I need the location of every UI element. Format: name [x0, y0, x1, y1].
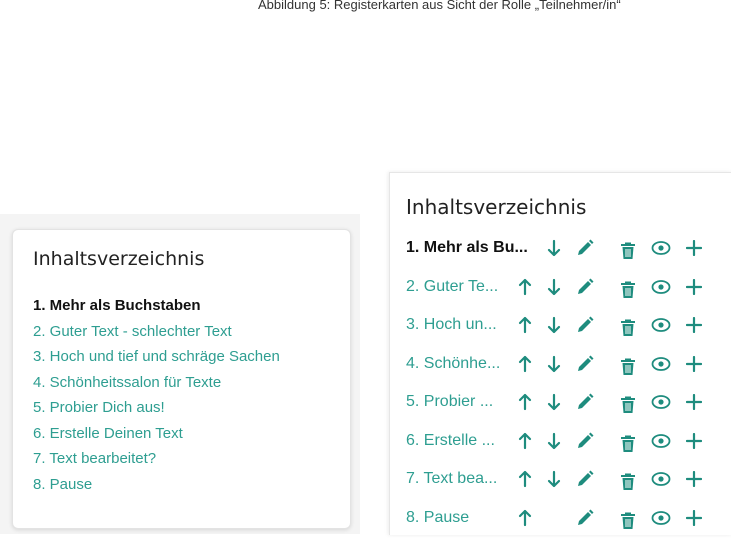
arrow-down-icon[interactable]: [543, 467, 565, 491]
arrow-up-icon[interactable]: [514, 429, 536, 453]
toc-item[interactable]: 7. Text bearbeitet?: [33, 446, 280, 472]
toc-edit-row: 8. Pause: [390, 500, 731, 538]
toc-edit-row-label[interactable]: 2. Guter Te...: [406, 278, 498, 296]
plus-icon[interactable]: [683, 313, 705, 337]
eye-icon[interactable]: [650, 506, 672, 530]
eye-icon[interactable]: [650, 429, 672, 453]
toc-edit-row-label[interactable]: 6. Erstelle ...: [406, 432, 495, 450]
toc-edit-row-label[interactable]: 1. Mehr als Bu...: [406, 239, 528, 257]
toc-item[interactable]: 8. Pause: [33, 472, 280, 498]
arrow-up-icon[interactable]: [514, 467, 536, 491]
toc-item[interactable]: 3. Hoch und tief und schräge Sachen: [33, 344, 280, 370]
toc-item[interactable]: 1. Mehr als Buchstaben: [33, 293, 280, 319]
eye-icon[interactable]: [650, 467, 672, 491]
plus-icon[interactable]: [683, 429, 705, 453]
plus-icon[interactable]: [683, 352, 705, 376]
trash-icon[interactable]: [617, 355, 639, 379]
toc-edit-row-label[interactable]: 4. Schönhe...: [406, 355, 500, 373]
toc-edit-row: 2. Guter Te...: [390, 269, 731, 307]
figure-caption: Abbildung 5: Registerkarten aus Sicht de…: [258, 0, 621, 12]
toc-edit-row-label[interactable]: 8. Pause: [406, 509, 469, 527]
arrow-down-icon[interactable]: [543, 236, 565, 260]
plus-icon[interactable]: [683, 506, 705, 530]
toc-list: 1. Mehr als Buchstaben 2. Guter Text - s…: [33, 293, 280, 497]
arrow-down-icon[interactable]: [543, 313, 565, 337]
arrow-up-icon[interactable]: [514, 275, 536, 299]
eye-icon[interactable]: [650, 352, 672, 376]
toc-title: Inhaltsverzeichnis: [33, 248, 205, 270]
toc-edit-row: 5. Probier ...: [390, 384, 731, 422]
toc-item[interactable]: 4. Schönheitssalon für Texte: [33, 370, 280, 396]
arrow-up-icon[interactable]: [514, 506, 536, 530]
toc-item[interactable]: 5. Probier Dich aus!: [33, 395, 280, 421]
toc-edit-row: 6. Erstelle ...: [390, 423, 731, 461]
toc-title: Inhaltsverzeichnis: [406, 195, 587, 219]
plus-icon[interactable]: [683, 467, 705, 491]
pencil-icon[interactable]: [574, 236, 596, 260]
toc-edit-row-label[interactable]: 3. Hoch un...: [406, 316, 497, 334]
pencil-icon[interactable]: [574, 313, 596, 337]
pencil-icon[interactable]: [574, 390, 596, 414]
pencil-icon[interactable]: [574, 506, 596, 530]
toc-edit-row-label[interactable]: 7. Text bea...: [406, 470, 497, 488]
plus-icon[interactable]: [683, 275, 705, 299]
pencil-icon[interactable]: [574, 429, 596, 453]
toc-item[interactable]: 6. Erstelle Deinen Text: [33, 421, 280, 447]
arrow-up-icon[interactable]: [514, 313, 536, 337]
trash-icon[interactable]: [617, 278, 639, 302]
arrow-down-icon[interactable]: [543, 275, 565, 299]
trash-icon[interactable]: [617, 470, 639, 494]
arrow-down-icon[interactable]: [543, 429, 565, 453]
eye-icon[interactable]: [650, 236, 672, 260]
arrow-down-icon[interactable]: [543, 390, 565, 414]
trash-icon[interactable]: [617, 432, 639, 456]
toc-edit-row: 3. Hoch un...: [390, 307, 731, 345]
toc-edit-row: 7. Text bea...: [390, 461, 731, 499]
toc-edit-row: 1. Mehr als Bu...: [390, 230, 731, 268]
pencil-icon[interactable]: [574, 352, 596, 376]
toc-card-editor: Inhaltsverzeichnis 1. Mehr als Bu... 2. G…: [389, 172, 731, 535]
arrow-up-icon[interactable]: [514, 352, 536, 376]
trash-icon[interactable]: [617, 316, 639, 340]
toc-item[interactable]: 2. Guter Text - schlechter Text: [33, 319, 280, 345]
eye-icon[interactable]: [650, 313, 672, 337]
toc-card-participant: Inhaltsverzeichnis 1. Mehr als Buchstabe…: [12, 229, 351, 529]
trash-icon[interactable]: [617, 239, 639, 263]
toc-edit-row-label[interactable]: 5. Probier ...: [406, 393, 493, 411]
pencil-icon[interactable]: [574, 467, 596, 491]
toc-edit-row: 4. Schönhe...: [390, 346, 731, 384]
pencil-icon[interactable]: [574, 275, 596, 299]
eye-icon[interactable]: [650, 275, 672, 299]
arrow-down-icon[interactable]: [543, 352, 565, 376]
trash-icon[interactable]: [617, 509, 639, 533]
plus-icon[interactable]: [683, 390, 705, 414]
arrow-up-icon[interactable]: [514, 390, 536, 414]
plus-icon[interactable]: [683, 236, 705, 260]
eye-icon[interactable]: [650, 390, 672, 414]
trash-icon[interactable]: [617, 393, 639, 417]
